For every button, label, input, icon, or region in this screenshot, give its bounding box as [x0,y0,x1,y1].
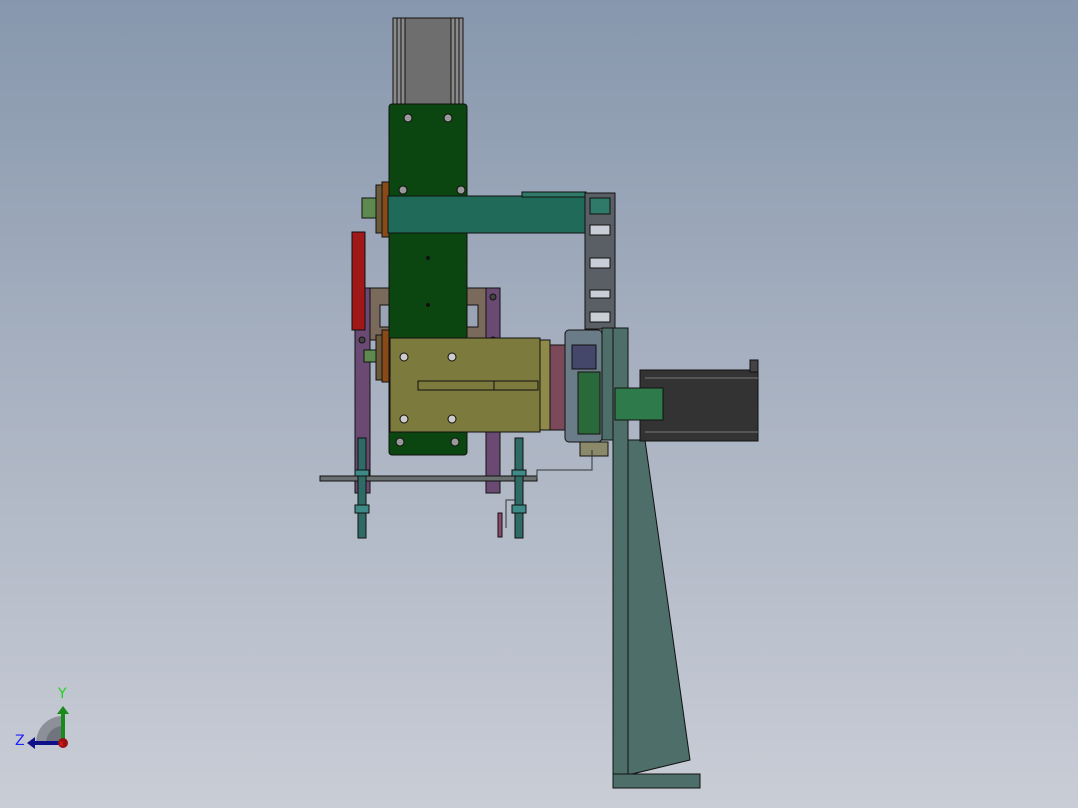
nozzle-right [497,437,527,539]
orientation-triad[interactable]: x Y Z [15,686,69,749]
red-bracket [351,231,366,331]
carriage-block [389,337,551,433]
z-arrow-icon [27,737,35,749]
gear-mechanism [549,329,609,457]
z-axis-label: Z [15,733,25,749]
y-arrow-icon [57,706,69,714]
cad-viewport[interactable]: x Y Z [0,0,1078,808]
left-bearings [361,181,390,383]
horizontal-beam [387,195,587,234]
assembly-model[interactable] [319,17,759,789]
bottom-bar [319,475,538,482]
beam-top-strip [521,191,587,198]
cable-chain [584,192,616,330]
top-motor [392,17,464,107]
x-axis-marker: x [59,739,64,748]
y-axis-label: Y [57,686,67,702]
right-motor [614,359,759,442]
